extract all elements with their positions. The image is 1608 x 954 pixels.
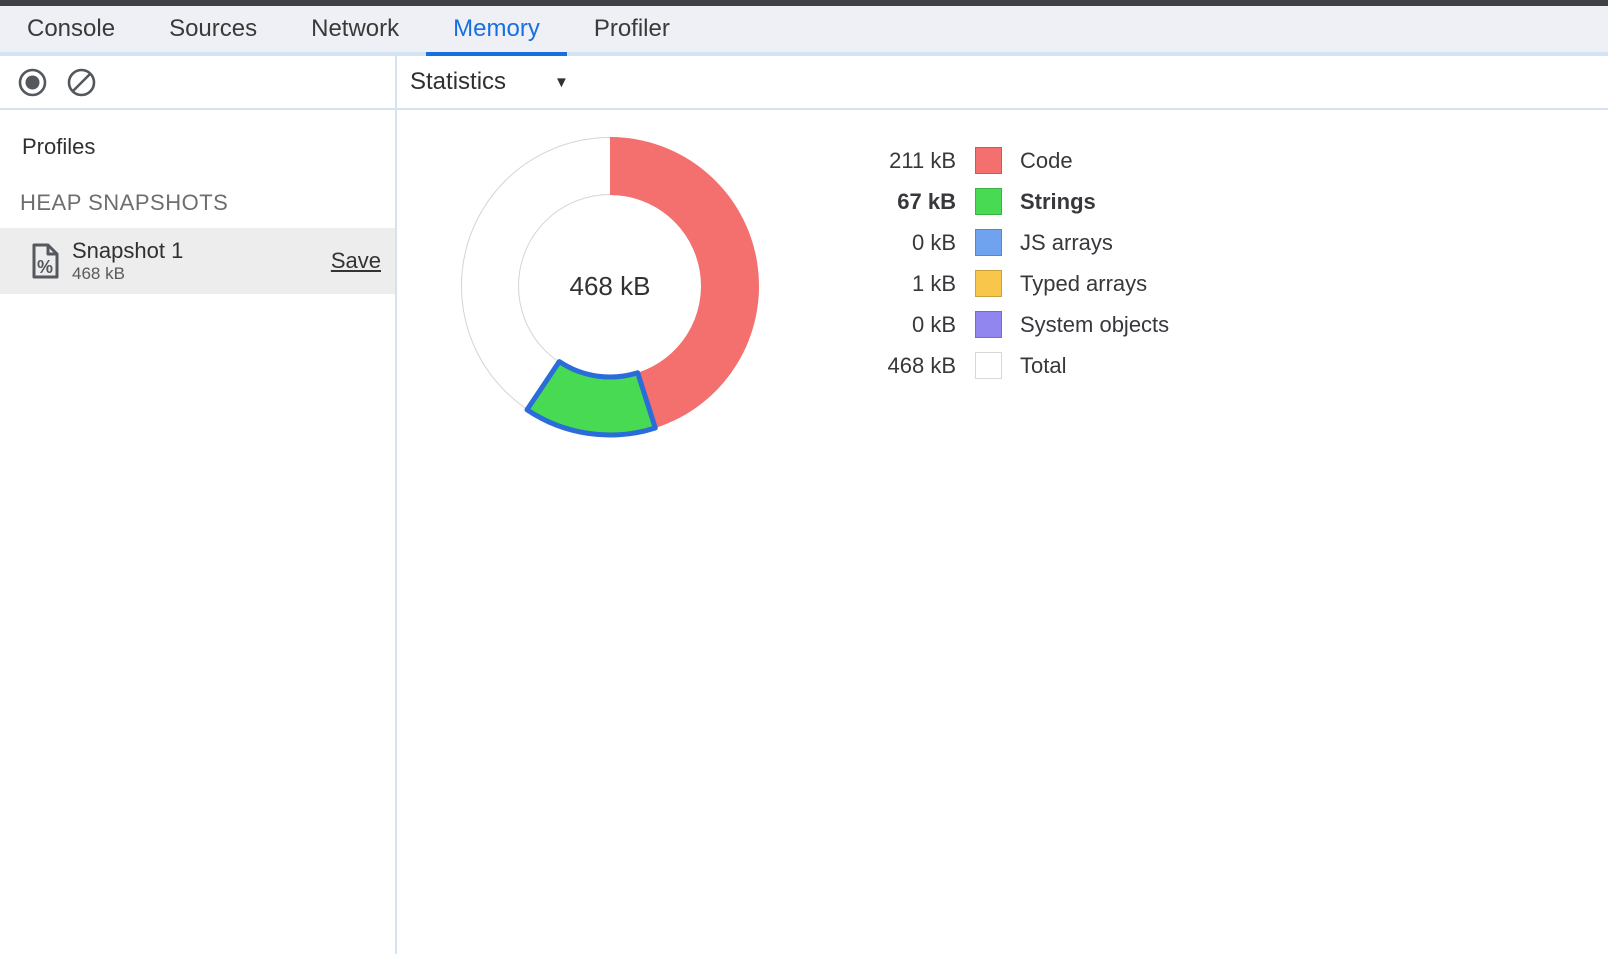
statistics-panel: 468 kB 211 kB Code 67 kB Strings 0 kB JS arra… bbox=[397, 110, 1608, 954]
panel-content: Profiles HEAP SNAPSHOTS % Snapshot 1 468… bbox=[0, 110, 1608, 954]
perspective-dropdown[interactable]: Statistics ▼ bbox=[404, 64, 575, 100]
legend-row-system-objects: 0 kB System objects bbox=[844, 304, 1169, 345]
snapshot-title: Snapshot 1 bbox=[72, 238, 331, 263]
donut-svg bbox=[458, 134, 762, 438]
record-heap-snapshot-button[interactable] bbox=[16, 66, 48, 98]
memory-toolbar: Statistics ▼ bbox=[0, 56, 1608, 110]
legend-value: 67 kB bbox=[844, 189, 956, 215]
clear-profiles-button[interactable] bbox=[65, 66, 97, 98]
record-icon bbox=[17, 67, 48, 98]
legend-label: Code bbox=[1020, 148, 1073, 174]
profiles-heading: Profiles bbox=[0, 134, 395, 160]
legend-label: Strings bbox=[1020, 189, 1096, 215]
legend-value: 0 kB bbox=[844, 230, 956, 256]
heap-snapshot-file-icon: % bbox=[30, 242, 60, 280]
tab-network[interactable]: Network bbox=[284, 6, 426, 52]
legend-value: 1 kB bbox=[844, 271, 956, 297]
snapshot-size: 468 kB bbox=[72, 264, 331, 284]
tab-profiler[interactable]: Profiler bbox=[567, 6, 697, 52]
chevron-down-icon: ▼ bbox=[554, 74, 569, 91]
profiles-toolbar-section bbox=[0, 56, 397, 108]
legend-row-strings: 67 kB Strings bbox=[844, 181, 1169, 222]
legend-swatch-strings bbox=[975, 188, 1002, 215]
heap-usage-donut-chart: 468 kB bbox=[458, 134, 762, 438]
legend-row-typed-arrays: 1 kB Typed arrays bbox=[844, 263, 1169, 304]
legend-row-code: 211 kB Code bbox=[844, 140, 1169, 181]
snapshot-list-item[interactable]: % Snapshot 1 468 kB Save bbox=[0, 228, 395, 294]
svg-text:%: % bbox=[37, 257, 53, 277]
legend-value: 468 kB bbox=[844, 353, 956, 379]
save-snapshot-link[interactable]: Save bbox=[331, 248, 381, 274]
legend-swatch-code bbox=[975, 147, 1002, 174]
chart-legend: 211 kB Code 67 kB Strings 0 kB JS arrays 1 kB T… bbox=[844, 140, 1169, 386]
profiles-sidebar: Profiles HEAP SNAPSHOTS % Snapshot 1 468… bbox=[0, 110, 397, 954]
legend-label: Typed arrays bbox=[1020, 271, 1147, 297]
devtools-window: ConsoleSourcesNetworkMemoryProfiler Stat… bbox=[0, 0, 1608, 954]
perspective-dropdown-label: Statistics bbox=[410, 68, 506, 96]
legend-value: 211 kB bbox=[844, 148, 956, 174]
devtools-tabbar: ConsoleSourcesNetworkMemoryProfiler bbox=[0, 6, 1608, 56]
legend-swatch-typed-arrays bbox=[975, 270, 1002, 297]
heap-snapshots-heading: HEAP SNAPSHOTS bbox=[0, 190, 395, 216]
legend-swatch-system-objects bbox=[975, 311, 1002, 338]
snapshot-meta: Snapshot 1 468 kB bbox=[72, 238, 331, 283]
tab-sources[interactable]: Sources bbox=[142, 6, 284, 52]
legend-label: Total bbox=[1020, 353, 1066, 379]
tab-console[interactable]: Console bbox=[0, 6, 142, 52]
donut-slice-strings[interactable] bbox=[527, 362, 655, 435]
statistics-toolbar-section: Statistics ▼ bbox=[397, 56, 1608, 108]
legend-swatch-total bbox=[975, 352, 1002, 379]
tab-memory[interactable]: Memory bbox=[426, 6, 567, 52]
legend-value: 0 kB bbox=[844, 312, 956, 338]
clear-icon bbox=[66, 67, 97, 98]
legend-swatch-js-arrays bbox=[975, 229, 1002, 256]
legend-row-js-arrays: 0 kB JS arrays bbox=[844, 222, 1169, 263]
legend-row-total: 468 kB Total bbox=[844, 345, 1169, 386]
legend-label: System objects bbox=[1020, 312, 1169, 338]
legend-label: JS arrays bbox=[1020, 230, 1113, 256]
